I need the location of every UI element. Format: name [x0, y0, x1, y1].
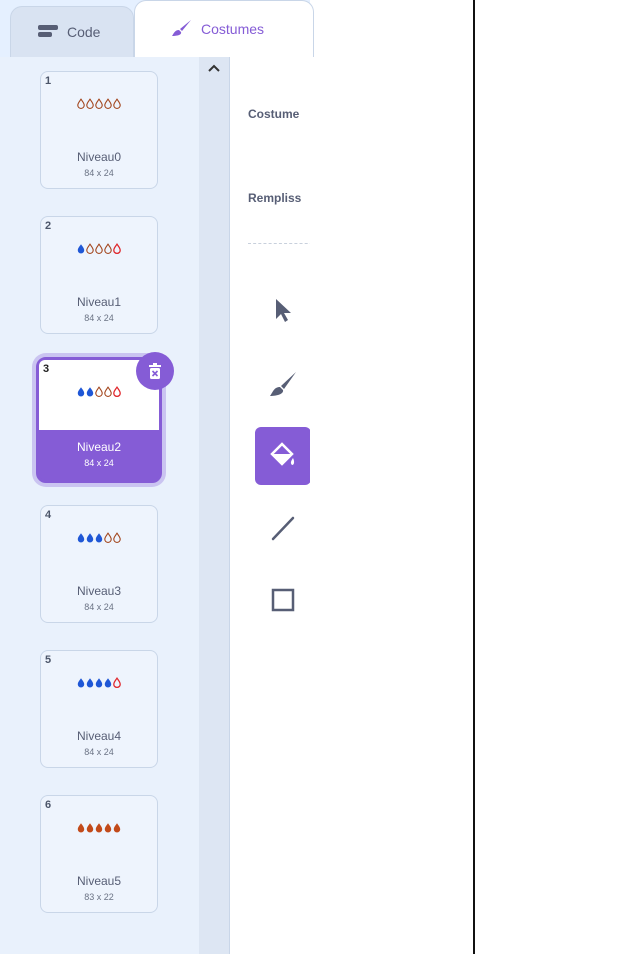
droplet-icon	[77, 387, 84, 397]
tab-costumes[interactable]: Costumes	[134, 0, 314, 57]
paint-editor: Costume Rempliss	[230, 57, 310, 954]
costume-number: 5	[45, 654, 52, 666]
costume-name: Niveau3	[76, 584, 122, 598]
droplet-icon	[112, 532, 121, 543]
costume-card-1[interactable]: 1 Niveau0 84 x 24	[40, 71, 158, 189]
brush-tool-icon	[270, 372, 296, 396]
costume-number: 2	[45, 220, 52, 232]
fill-label: Rempliss	[248, 191, 302, 205]
droplet-icon	[103, 532, 112, 543]
trash-icon	[149, 363, 161, 379]
droplet-icon	[86, 533, 93, 543]
costume-name: Niveau0	[76, 150, 122, 164]
costume-size: 84 x 24	[84, 602, 114, 612]
fill-tool-icon	[270, 442, 295, 466]
costume-name: Niveau4	[76, 729, 122, 743]
scroll-up-arrow-icon[interactable]	[207, 63, 221, 73]
costume-card-5[interactable]: 5 Niveau4 84 x 24	[40, 650, 158, 768]
costume-card-4[interactable]: 4 Niveau3 84 x 24	[40, 505, 158, 623]
separator	[248, 243, 310, 244]
editor-tabs: Code Costumes	[0, 0, 314, 57]
costume-size: 84 x 24	[84, 747, 114, 757]
droplet-icon	[77, 678, 84, 688]
droplet-icon	[86, 387, 93, 397]
costume-size: 84 x 24	[84, 458, 114, 468]
droplet-icon	[95, 678, 102, 688]
costume-card-6[interactable]: 6 Niveau5 83 x 22	[40, 795, 158, 913]
costume-size: 84 x 24	[84, 168, 114, 178]
droplet-icon	[85, 98, 94, 109]
droplet-icon	[94, 98, 103, 109]
rectangle-tool-button[interactable]	[255, 571, 310, 629]
brush-tool-button[interactable]	[255, 355, 310, 413]
droplet-icon	[77, 823, 84, 833]
costume-thumbnail	[41, 243, 157, 263]
droplet-icon	[85, 243, 94, 254]
costume-name: Niveau5	[76, 874, 122, 888]
droplet-icon	[103, 98, 112, 109]
select-tool-icon	[276, 299, 291, 322]
tab-costumes-label: Costumes	[201, 21, 265, 37]
costume-number: 1	[45, 75, 52, 87]
droplet-icon	[104, 823, 111, 833]
select-tool-button[interactable]	[255, 281, 310, 339]
costume-size: 83 x 22	[84, 892, 114, 902]
droplet-icon	[112, 243, 121, 255]
paintbrush-icon	[171, 19, 193, 40]
fill-tool-button[interactable]	[255, 427, 310, 485]
droplet-icon	[103, 243, 112, 254]
droplet-icon	[77, 244, 84, 254]
costume-thumbnail	[41, 98, 157, 118]
droplet-icon	[103, 386, 112, 397]
droplet-icon	[112, 98, 121, 109]
costume-thumbnail	[41, 822, 157, 842]
costume-list-scrollbar[interactable]	[199, 57, 230, 954]
delete-costume-button[interactable]	[136, 352, 174, 390]
droplet-icon	[104, 678, 111, 688]
droplet-icon	[86, 678, 93, 688]
line-tool-icon	[271, 516, 295, 541]
costume-name: Niveau2	[76, 440, 122, 454]
droplet-icon	[112, 677, 121, 689]
tab-code[interactable]: Code	[10, 6, 134, 57]
droplet-icon	[86, 823, 93, 833]
costume-card-2[interactable]: 2 Niveau1 84 x 24	[40, 216, 158, 334]
droplet-icon	[77, 533, 84, 543]
costume-name-label: Costume	[248, 107, 300, 121]
costume-number: 4	[45, 509, 52, 521]
rectangle-tool-icon	[271, 588, 295, 612]
costume-size: 84 x 24	[84, 313, 114, 323]
costume-thumbnail	[41, 532, 157, 552]
droplet-icon	[95, 533, 102, 543]
window-edge	[473, 0, 475, 954]
droplet-icon	[112, 386, 121, 398]
tab-code-label: Code	[67, 24, 101, 40]
droplet-icon	[94, 243, 103, 254]
costume-name: Niveau1	[76, 295, 122, 309]
costume-number: 6	[45, 799, 52, 811]
droplet-icon	[113, 823, 120, 833]
costume-thumbnail	[39, 386, 159, 406]
costume-thumbnail	[41, 677, 157, 697]
code-blocks-icon	[37, 24, 59, 41]
droplet-icon	[94, 386, 103, 397]
costume-number: 3	[43, 363, 50, 375]
droplet-icon	[76, 98, 85, 109]
line-tool-button[interactable]	[255, 499, 310, 557]
droplet-icon	[95, 823, 102, 833]
